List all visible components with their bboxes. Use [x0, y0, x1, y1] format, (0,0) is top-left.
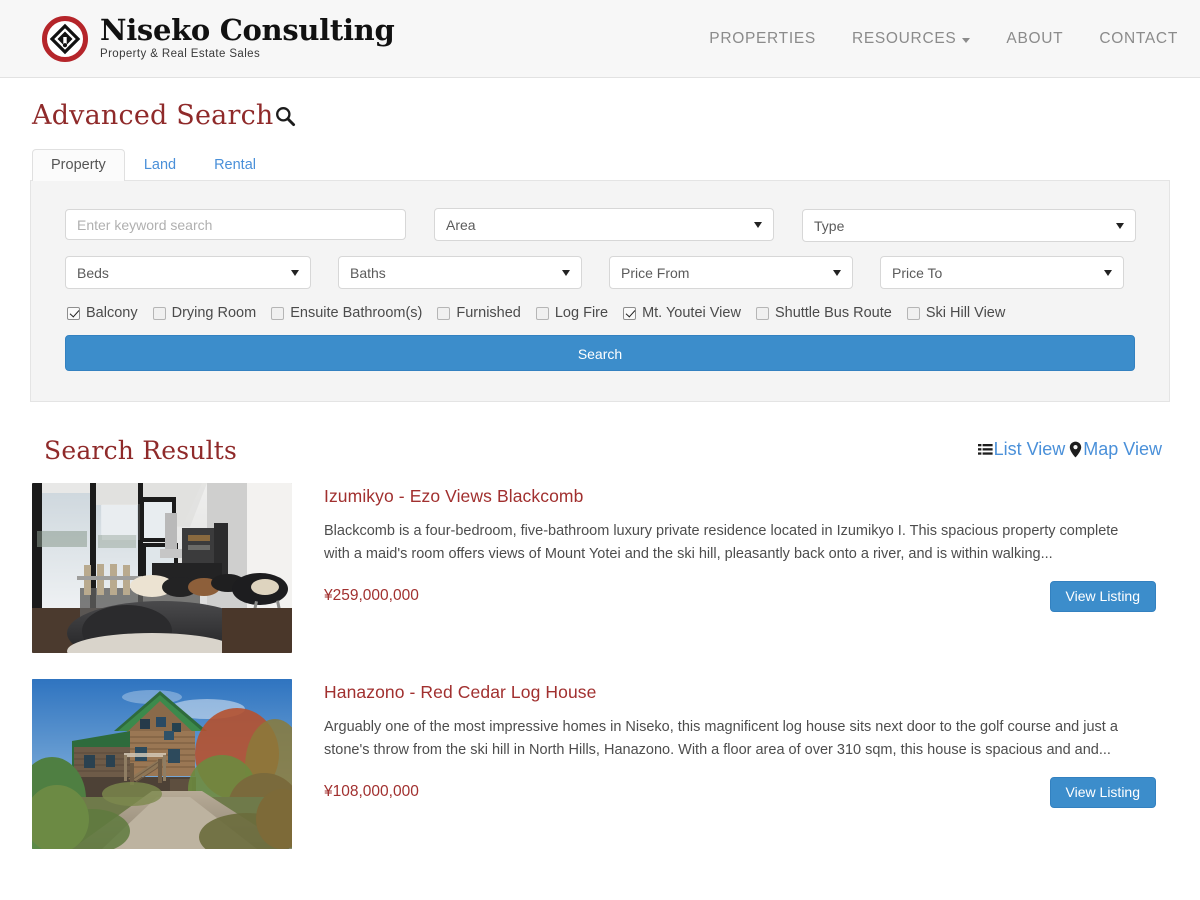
- tab-label: Property: [51, 156, 106, 173]
- listing-footer: ¥259,000,000 View Listing: [324, 580, 1156, 612]
- beds-select[interactable]: Beds: [65, 256, 311, 289]
- listing-description: Blackcomb is a four-bedroom, five-bathro…: [324, 523, 1119, 563]
- nav-item-properties[interactable]: PROPERTIES: [709, 30, 816, 48]
- search-row-1: Enter keyword search Area Type: [65, 208, 1136, 242]
- checkbox-shuttle-bus-route[interactable]: Shuttle Bus Route: [755, 305, 892, 321]
- type-select-value: Type: [814, 217, 845, 234]
- advanced-search-panel: Enter keyword search Area Type Beds Bath…: [30, 180, 1170, 402]
- view-mode-toggles: List View Map View: [977, 439, 1162, 465]
- checkbox-indicator[interactable]: [906, 306, 920, 320]
- nav-label: ABOUT: [1006, 29, 1064, 47]
- checkbox-drying-room[interactable]: Drying Room: [152, 305, 257, 321]
- checkbox-mt-youtei-view[interactable]: Mt. Youtei View: [623, 305, 741, 321]
- view-listing-button[interactable]: View Listing: [1049, 580, 1156, 612]
- checkbox-label: Log Fire: [554, 305, 609, 321]
- keyword-search-input[interactable]: Enter keyword search: [65, 209, 406, 240]
- type-select[interactable]: Type: [802, 209, 1136, 242]
- price-to-value: Price To: [892, 264, 943, 281]
- nav-item-resources[interactable]: RESOURCES: [851, 29, 971, 48]
- map-view-toggle[interactable]: Map View: [1069, 439, 1162, 460]
- checkbox-label: Shuttle Bus Route: [774, 305, 892, 321]
- listing-footer: ¥108,000,000 View Listing: [324, 776, 1156, 808]
- listing-description: Arguably one of the most impressive home…: [324, 719, 1118, 759]
- chevron-down-icon: [1116, 222, 1124, 229]
- results-header: Search Results List View Map View: [30, 436, 1170, 465]
- checkbox-indicator[interactable]: [67, 306, 80, 320]
- checkbox-label: Furnished: [456, 305, 521, 321]
- area-select[interactable]: Area: [434, 208, 774, 241]
- main-navigation: PROPERTIES RESOURCES ABOUT CONTACT: [709, 30, 1178, 48]
- brand-name: Niseko Consulting: [100, 12, 395, 47]
- search-row-2: Beds Baths Price From Price To: [65, 256, 1135, 289]
- nav-label: CONTACT: [1099, 29, 1178, 47]
- brand-logo[interactable]: Niseko Consulting Property & Real Estate…: [42, 12, 395, 63]
- checkbox-balcony[interactable]: Balcony: [67, 305, 138, 321]
- price-to-select[interactable]: Price To: [880, 256, 1124, 289]
- checkbox-furnished[interactable]: Furnished: [437, 305, 521, 321]
- checkbox-label: Ski Hill View: [925, 305, 1006, 321]
- chevron-down-icon: [562, 269, 570, 276]
- chevron-down-icon: [833, 269, 841, 276]
- listing-content: Hanazono - Red Cedar Log House Arguably …: [324, 679, 1156, 849]
- listing-title[interactable]: Izumikyo - Ezo Views Blackcomb: [324, 486, 1156, 507]
- chevron-down-icon: [754, 221, 762, 228]
- page-title-text: Advanced Search: [32, 100, 274, 131]
- view-listing-button[interactable]: View Listing: [1049, 776, 1156, 808]
- listing-thumbnail[interactable]: [32, 679, 292, 849]
- baths-select[interactable]: Baths: [338, 256, 582, 289]
- tab-label: Land: [143, 156, 177, 173]
- chevron-down-icon: [291, 269, 299, 276]
- feature-checkbox-group: Balcony Drying Room Ensuite Bathroom(s) …: [67, 305, 1135, 321]
- listing-item: Izumikyo - Ezo Views Blackcomb Blackcomb…: [30, 483, 1170, 653]
- listing-item: Hanazono - Red Cedar Log House Arguably …: [30, 679, 1170, 849]
- page-title: Advanced Search: [32, 100, 1170, 131]
- list-icon: [977, 443, 993, 457]
- brand-tagline: Property & Real Estate Sales: [100, 47, 261, 60]
- nav-label: RESOURCES: [851, 29, 957, 47]
- listing-price: ¥259,000,000: [324, 587, 419, 605]
- nav-item-about[interactable]: ABOUT: [1006, 30, 1063, 48]
- checkbox-label: Ensuite Bathroom(s): [290, 305, 423, 321]
- price-from-select[interactable]: Price From: [609, 256, 853, 289]
- listing-title[interactable]: Hanazono - Red Cedar Log House: [324, 682, 1156, 703]
- area-select-value: Area: [446, 216, 476, 233]
- checkbox-ensuite-bathrooms[interactable]: Ensuite Bathroom(s): [271, 305, 422, 321]
- checkbox-indicator[interactable]: [152, 306, 166, 320]
- checkbox-label: Drying Room: [171, 305, 257, 321]
- nav-item-contact[interactable]: CONTACT: [1099, 30, 1178, 48]
- site-header: Niseko Consulting Property & Real Estate…: [0, 0, 1200, 78]
- listing-price: ¥108,000,000: [324, 783, 419, 801]
- magnifier-icon: [274, 105, 296, 127]
- checkbox-indicator[interactable]: [535, 306, 549, 320]
- page-container: Advanced Search Property Land Rental Ent…: [0, 100, 1200, 849]
- results-title: Search Results: [44, 436, 238, 465]
- checkbox-indicator[interactable]: [271, 306, 285, 320]
- beds-select-value: Beds: [77, 264, 109, 281]
- map-pin-icon: [1069, 441, 1082, 458]
- search-type-tabs: Property Land Rental: [30, 147, 1170, 181]
- baths-select-value: Baths: [350, 264, 386, 281]
- listing-content: Izumikyo - Ezo Views Blackcomb Blackcomb…: [324, 483, 1156, 653]
- checkbox-indicator[interactable]: [623, 306, 637, 320]
- checkbox-label: Mt. Youtei View: [642, 305, 741, 321]
- tab-label: Rental: [214, 156, 256, 173]
- tab-land[interactable]: Land: [125, 149, 195, 182]
- tab-rental[interactable]: Rental: [195, 149, 275, 182]
- map-view-label: Map View: [1083, 439, 1162, 459]
- checkbox-ski-hill-view[interactable]: Ski Hill View: [906, 305, 1006, 321]
- listing-thumbnail[interactable]: [32, 483, 292, 653]
- checkbox-label: Balcony: [86, 305, 138, 321]
- list-view-toggle[interactable]: List View: [977, 439, 1066, 460]
- tab-property[interactable]: Property: [32, 148, 125, 181]
- checkbox-indicator[interactable]: [437, 306, 451, 320]
- price-from-value: Price From: [621, 264, 690, 281]
- nav-label: PROPERTIES: [709, 29, 816, 47]
- chevron-down-icon: [962, 37, 971, 43]
- checkbox-log-fire[interactable]: Log Fire: [535, 305, 609, 321]
- search-submit-button[interactable]: Search: [65, 335, 1135, 371]
- list-view-label: List View: [993, 439, 1066, 459]
- chevron-down-icon: [1104, 269, 1112, 276]
- niseko-diamond-logo-icon: [42, 15, 88, 62]
- checkbox-indicator[interactable]: [755, 306, 769, 320]
